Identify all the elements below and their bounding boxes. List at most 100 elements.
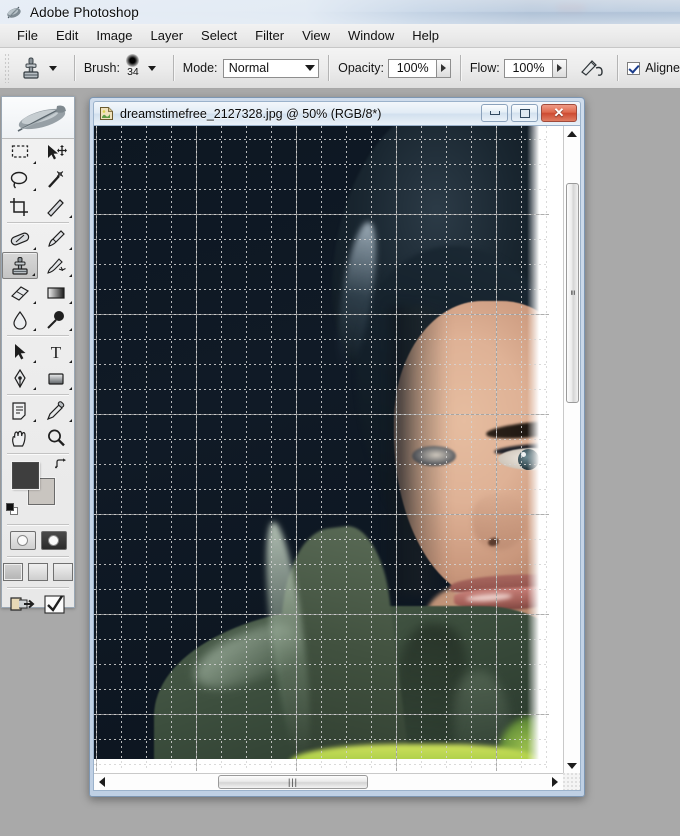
- divider: [7, 556, 69, 557]
- opacity-input[interactable]: 100%: [388, 58, 438, 78]
- full-screen-mode-button[interactable]: [53, 563, 73, 581]
- flow-label: Flow:: [469, 61, 500, 75]
- divider: [73, 55, 75, 81]
- healing-brush-tool[interactable]: [2, 225, 38, 252]
- eyedropper-tool[interactable]: [38, 397, 74, 424]
- scroll-up-button[interactable]: [565, 126, 580, 141]
- divider: [328, 55, 330, 81]
- screen-mode-row: [2, 559, 74, 585]
- submenu-triangle-icon: [33, 301, 36, 304]
- airbrush-icon[interactable]: [575, 53, 608, 83]
- rectangular-marquee-tool[interactable]: [2, 139, 38, 166]
- clone-stamp-icon[interactable]: [14, 53, 47, 83]
- quick-mask-mode-button[interactable]: [40, 531, 67, 550]
- submenu-triangle-icon: [33, 387, 36, 390]
- swap-colors-icon[interactable]: [54, 458, 67, 470]
- play-arrow-icon: [556, 64, 562, 72]
- rectangle-shape-tool[interactable]: [38, 365, 74, 392]
- submenu-triangle-icon: [33, 161, 36, 164]
- menu-item-window[interactable]: Window: [339, 26, 403, 45]
- lasso-tool[interactable]: [2, 166, 38, 193]
- edit-in-imageready-button[interactable]: [8, 593, 35, 616]
- submenu-triangle-icon: [69, 301, 72, 304]
- toolbox-drag-handle[interactable]: [2, 97, 74, 139]
- menu-item-layer[interactable]: Layer: [142, 26, 193, 45]
- chevron-down-icon: [305, 65, 316, 71]
- type-tool[interactable]: T: [38, 338, 74, 365]
- gradient-tool[interactable]: [38, 279, 74, 306]
- crop-tool[interactable]: [2, 193, 38, 220]
- menu-item-help[interactable]: Help: [403, 26, 448, 45]
- aligned-checkbox-row[interactable]: Aligne: [627, 61, 680, 75]
- brush-chevron-down-icon[interactable]: [147, 65, 156, 71]
- slice-tool[interactable]: [38, 193, 74, 220]
- default-colors-icon[interactable]: [6, 503, 19, 516]
- menu-item-filter[interactable]: Filter: [246, 26, 293, 45]
- resize-grip[interactable]: [563, 773, 580, 790]
- move-tool[interactable]: [38, 139, 74, 166]
- image-document-icon: [99, 106, 114, 121]
- svg-text:T: T: [51, 343, 62, 362]
- application-title-bar: Adobe Photoshop: [0, 0, 680, 24]
- vertical-scrollbar-thumb[interactable]: ≡: [566, 183, 579, 403]
- hand-tool[interactable]: [2, 424, 38, 451]
- submenu-triangle-icon: [69, 247, 72, 250]
- grip-icon: |||: [287, 776, 298, 787]
- path-selection-tool[interactable]: [2, 338, 38, 365]
- flow-stepper[interactable]: [552, 58, 567, 78]
- notes-tool[interactable]: [2, 397, 38, 424]
- clone-stamp-tool[interactable]: [2, 252, 38, 279]
- close-icon: ✕: [553, 105, 565, 120]
- brush-preview[interactable]: 34: [120, 53, 146, 83]
- scroll-right-button[interactable]: [547, 775, 562, 790]
- close-button[interactable]: ✕: [541, 104, 577, 122]
- scroll-down-button[interactable]: [565, 758, 580, 773]
- history-brush-tool[interactable]: [38, 252, 74, 279]
- image-canvas[interactable]: [94, 126, 563, 773]
- grip-icon: ≡: [568, 289, 578, 297]
- zoom-tool[interactable]: [38, 424, 74, 451]
- photoshop-application-window: Adobe Photoshop File Edit Image Layer Se…: [0, 0, 680, 836]
- full-screen-menubar-mode-button[interactable]: [28, 563, 48, 581]
- standard-mode-button[interactable]: [9, 531, 36, 550]
- pen-tool[interactable]: [2, 365, 38, 392]
- scroll-left-button[interactable]: [94, 775, 109, 790]
- photoshop-feather-logo: [17, 105, 66, 132]
- vertical-scrollbar[interactable]: ≡: [563, 126, 580, 773]
- application-title-text: Adobe Photoshop: [30, 4, 139, 20]
- document-title-bar[interactable]: dreamstimefree_2127328.jpg @ 50% (RGB/8*…: [93, 101, 581, 125]
- maximize-button[interactable]: [511, 104, 538, 122]
- menu-item-edit[interactable]: Edit: [47, 26, 87, 45]
- menu-item-view[interactable]: View: [293, 26, 339, 45]
- magic-wand-tool[interactable]: [38, 166, 74, 193]
- menu-item-image[interactable]: Image: [87, 26, 141, 45]
- document-body: ≡ |||: [93, 125, 581, 791]
- canvas-row: ≡: [94, 126, 580, 773]
- eraser-tool[interactable]: [2, 279, 38, 306]
- divider: [7, 394, 69, 395]
- tool-grid: T: [2, 139, 74, 456]
- document-window: dreamstimefree_2127328.jpg @ 50% (RGB/8*…: [89, 97, 585, 797]
- blend-mode-select[interactable]: Normal: [222, 58, 320, 78]
- submenu-triangle-icon: [33, 419, 36, 422]
- tool-preset-chevron-down-icon[interactable]: [48, 65, 57, 71]
- brush-tool[interactable]: [38, 225, 74, 252]
- horizontal-scrollbar-thumb[interactable]: |||: [218, 775, 368, 789]
- options-bar-grip[interactable]: [4, 53, 11, 83]
- standard-screen-mode-button[interactable]: [3, 563, 23, 581]
- brush-size-value: 34: [127, 66, 139, 78]
- checkmark-button[interactable]: [41, 593, 68, 616]
- divider: [172, 55, 174, 81]
- chevron-down-icon: [567, 762, 577, 769]
- menu-item-file[interactable]: File: [8, 26, 47, 45]
- menu-item-select[interactable]: Select: [192, 26, 246, 45]
- flow-input[interactable]: 100%: [504, 58, 553, 78]
- aligned-checkbox[interactable]: [627, 61, 641, 75]
- photoshop-feather-icon: [6, 4, 23, 21]
- horizontal-scrollbar[interactable]: |||: [94, 773, 580, 790]
- opacity-stepper[interactable]: [437, 58, 452, 78]
- foreground-color-swatch[interactable]: [12, 462, 39, 489]
- blur-tool[interactable]: [2, 306, 38, 333]
- minimize-button[interactable]: [481, 104, 508, 122]
- dodge-tool[interactable]: [38, 306, 74, 333]
